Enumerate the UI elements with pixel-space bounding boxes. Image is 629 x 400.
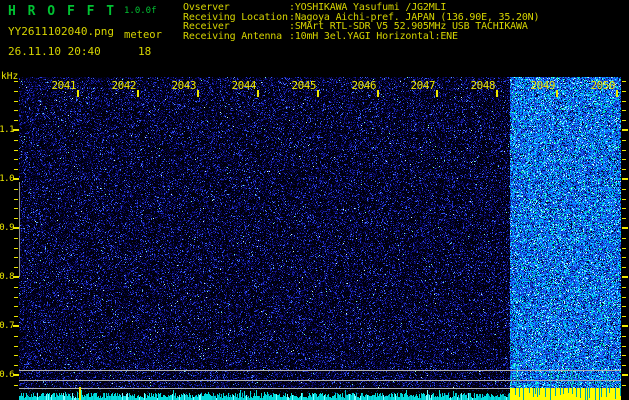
output-filename: YY2611102040.png xyxy=(8,25,114,38)
x-axis-tick-label: 2042 xyxy=(111,79,137,92)
hrofft-window: H R O F F T 1.0.0f YY2611102040.png mete… xyxy=(0,0,629,400)
app-version: 1.0.0f xyxy=(124,6,157,16)
mode-label: meteor xyxy=(124,29,162,41)
datetime-label: 26.11.10 20:40 xyxy=(8,45,101,58)
y-axis-tick-label: 0.7 xyxy=(0,321,15,331)
x-axis-tick-label: 2047 xyxy=(410,79,436,92)
app-title: H R O F F T xyxy=(8,4,117,19)
x-axis-tick-label: 2048 xyxy=(470,79,496,92)
y-axis-tick-label: 0.8 xyxy=(0,272,15,282)
x-axis-tick-label: 2050 xyxy=(590,79,616,92)
y-axis-tick-label: 0.6 xyxy=(0,370,15,380)
y-axis-tick-label: 1.1 xyxy=(0,125,15,135)
x-axis-tick-label: 2041 xyxy=(51,79,77,92)
observation-row: Receiving Antenna :10mH 3el.YAGI Horizont… xyxy=(183,32,539,42)
observation-label: Receiving Antenna xyxy=(183,31,282,43)
x-axis-tick-label: 2045 xyxy=(291,79,317,92)
y-axis-unit: kHz xyxy=(1,71,19,82)
meteor-count: 18 xyxy=(138,45,152,58)
x-axis-tick-label: 2049 xyxy=(530,79,556,92)
observation-info: Ovserver:YOSHIKAWA Yasufumi /JG2MLI Rece… xyxy=(183,3,539,42)
y-axis-tick-label: 1.0 xyxy=(0,174,15,184)
y-axis-tick-label: 0.9 xyxy=(0,223,15,233)
x-axis-tick-label: 2044 xyxy=(231,79,257,92)
x-axis-tick-label: 2043 xyxy=(171,79,197,92)
observation-value: :10mH 3el.YAGI Horizontal:ENE xyxy=(289,31,458,43)
x-axis-tick-label: 2046 xyxy=(351,79,377,92)
spectrogram-canvas xyxy=(0,0,629,400)
